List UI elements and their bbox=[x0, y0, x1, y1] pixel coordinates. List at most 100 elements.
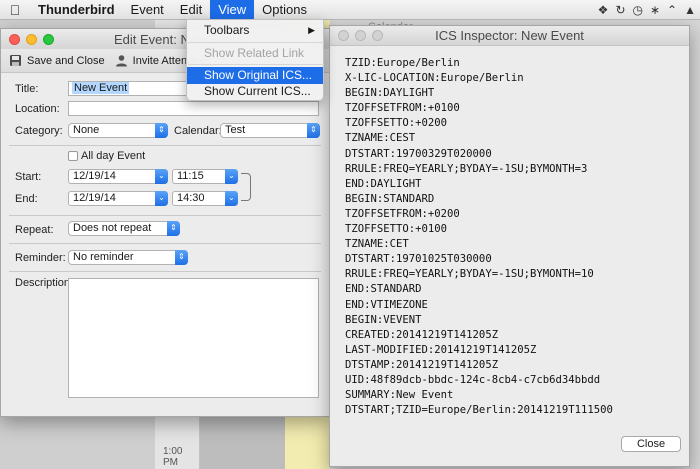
location-label: Location: bbox=[15, 103, 60, 115]
ics-line: TZNAME:CET bbox=[345, 238, 409, 251]
category-select[interactable]: None ⇕ bbox=[68, 123, 168, 138]
calendar-label: Calendar: bbox=[174, 125, 222, 137]
zoom-window-icon[interactable] bbox=[372, 30, 383, 41]
repeat-select-value: Does not repeat bbox=[73, 222, 152, 234]
volume-icon[interactable]: ▲ bbox=[684, 3, 696, 17]
zoom-window-icon[interactable] bbox=[43, 33, 54, 45]
ics-line: UID:48f89dcb-bbdc-124c-8cb4-c7cb6d34bbdd bbox=[345, 373, 601, 386]
title-label: Title: bbox=[15, 83, 39, 95]
menu-event[interactable]: Event bbox=[123, 0, 172, 20]
end-time-value: 14:30 bbox=[177, 192, 205, 204]
ics-line: DTSTART;TZID=Europe/Berlin:20141219T1115… bbox=[345, 404, 613, 416]
menu-item-toolbars-label: Toolbars bbox=[204, 23, 250, 37]
popup-arrows-icon: ⇕ bbox=[175, 250, 188, 265]
end-label: End: bbox=[15, 193, 38, 205]
window-controls bbox=[1, 33, 54, 45]
ics-line: BEGIN:DAYLIGHT bbox=[345, 87, 435, 100]
start-time-value: 11:15 bbox=[177, 170, 204, 182]
category-label: Category: bbox=[15, 125, 63, 137]
description-label: Description: bbox=[15, 277, 74, 289]
reminder-select-value: No reminder bbox=[73, 251, 134, 263]
start-date-picker[interactable]: 12/19/14 ⌄ bbox=[68, 169, 168, 184]
ics-line: END:STANDARD bbox=[345, 283, 422, 296]
menu-separator bbox=[188, 42, 324, 43]
form-separator bbox=[9, 145, 321, 146]
menu-item-toolbars[interactable]: Toolbars ▶ bbox=[187, 22, 323, 39]
attendees-icon bbox=[115, 55, 127, 67]
all-day-label: All day Event bbox=[81, 150, 146, 162]
ics-line: RRULE:FREQ=YEARLY;BYDAY=-1SU;BYMONTH=3 bbox=[345, 162, 588, 175]
menu-item-show-current-ics[interactable]: Show Current ICS... bbox=[187, 83, 323, 100]
time-label: 1:00 PM bbox=[163, 446, 183, 468]
reminder-select[interactable]: No reminder ⇕ bbox=[68, 250, 188, 265]
time-machine-icon[interactable]: ◷ bbox=[633, 3, 643, 17]
dropbox-icon[interactable]: ❖ bbox=[598, 3, 609, 17]
ics-line: X-LIC-LOCATION:Europe/Berlin bbox=[345, 72, 524, 85]
repeat-select[interactable]: Does not repeat ⇕ bbox=[68, 221, 180, 236]
menu-item-show-original-ics[interactable]: Show Original ICS... bbox=[187, 67, 323, 84]
menubar:  Thunderbird Event Edit View Options ❖ … bbox=[0, 0, 700, 20]
start-label: Start: bbox=[15, 171, 42, 183]
ics-line: BEGIN:STANDARD bbox=[345, 192, 435, 205]
ics-line: RRULE:FREQ=YEARLY;BYDAY=-1SU;BYMONTH=10 bbox=[345, 268, 594, 281]
menu-options[interactable]: Options bbox=[254, 0, 315, 20]
close-window-icon[interactable] bbox=[9, 33, 20, 45]
menu-app-thunderbird[interactable]: Thunderbird bbox=[30, 0, 123, 20]
end-date-value: 12/19/14 bbox=[73, 192, 116, 204]
wifi-icon[interactable]: ⌃ bbox=[667, 3, 677, 17]
event-form: Title: New Event Location: Category: Non… bbox=[1, 73, 329, 416]
submenu-arrow-icon: ▶ bbox=[308, 25, 315, 35]
ics-line: DTSTART:19701025T030000 bbox=[345, 253, 492, 266]
date-dropdown-icon: ⌄ bbox=[155, 191, 168, 206]
location-input[interactable] bbox=[68, 101, 319, 116]
reminder-label: Reminder: bbox=[15, 252, 66, 264]
ics-line: LAST-MODIFIED:20141219T141205Z bbox=[345, 343, 537, 356]
view-menu-dropdown: Toolbars ▶ Show Related Link Show Origin… bbox=[186, 19, 324, 101]
apple-menu-icon[interactable]:  bbox=[0, 2, 30, 18]
close-button[interactable]: Close bbox=[621, 436, 681, 452]
ics-line: DTSTAMP:20141219T141205Z bbox=[345, 358, 499, 371]
form-separator bbox=[9, 215, 321, 216]
popup-arrows-icon: ⇕ bbox=[167, 221, 180, 236]
calendar-select[interactable]: Test ⇕ bbox=[220, 123, 320, 138]
ics-line: SUMMARY:New Event bbox=[345, 389, 454, 402]
end-date-picker[interactable]: 12/19/14 ⌄ bbox=[68, 191, 168, 206]
all-day-checkbox[interactable] bbox=[68, 151, 78, 161]
menu-item-show-related-link: Show Related Link bbox=[204, 46, 305, 60]
popup-arrows-icon: ⇕ bbox=[307, 123, 320, 138]
repeat-label: Repeat: bbox=[15, 224, 54, 236]
ics-line: TZID:Europe/Berlin bbox=[345, 57, 460, 69]
ics-inspector-window: ICS Inspector: New Event TZID:Europe/Ber… bbox=[329, 25, 690, 467]
minimize-window-icon[interactable] bbox=[355, 30, 366, 41]
description-textarea[interactable] bbox=[68, 278, 319, 398]
minimize-window-icon[interactable] bbox=[26, 33, 37, 45]
ics-line: TZOFFSETFROM:+0200 bbox=[345, 207, 460, 220]
ics-line: CREATED:20141219T141205Z bbox=[345, 328, 499, 341]
start-date-value: 12/19/14 bbox=[73, 170, 116, 182]
popup-arrows-icon: ⇕ bbox=[155, 123, 168, 138]
time-dropdown-icon: ⌄ bbox=[225, 169, 238, 184]
save-icon bbox=[10, 55, 21, 66]
sync-icon[interactable]: ↻ bbox=[615, 3, 625, 17]
form-separator bbox=[9, 243, 321, 244]
end-time-picker[interactable]: 14:30 ⌄ bbox=[172, 191, 238, 206]
link-times-icon[interactable] bbox=[241, 173, 251, 201]
window-controls bbox=[330, 30, 383, 41]
date-dropdown-icon: ⌄ bbox=[155, 169, 168, 184]
start-time-picker[interactable]: 11:15 ⌄ bbox=[172, 169, 238, 184]
menu-view[interactable]: View bbox=[210, 0, 255, 20]
menu-edit[interactable]: Edit bbox=[172, 0, 210, 20]
bluetooth-icon[interactable]: ∗ bbox=[650, 3, 660, 17]
title-input-value: New Event bbox=[72, 82, 130, 94]
category-select-value: None bbox=[73, 124, 100, 136]
ics-line: END:DAYLIGHT bbox=[345, 177, 422, 190]
save-and-close-button[interactable]: Save and Close bbox=[9, 54, 105, 67]
ics-inspector-title: ICS Inspector: New Event bbox=[435, 28, 584, 43]
ics-line: TZNAME:CEST bbox=[345, 132, 416, 145]
ics-inspector-titlebar: ICS Inspector: New Event bbox=[330, 26, 689, 46]
ics-line: END:VTIMEZONE bbox=[345, 298, 428, 311]
close-window-icon[interactable] bbox=[338, 30, 349, 41]
ics-text-view[interactable]: TZID:Europe/Berlin X-LIC-LOCATION:Europe/… bbox=[342, 56, 672, 416]
ics-line: TZOFFSETTO:+0100 bbox=[345, 223, 448, 236]
time-dropdown-icon: ⌄ bbox=[225, 191, 238, 206]
